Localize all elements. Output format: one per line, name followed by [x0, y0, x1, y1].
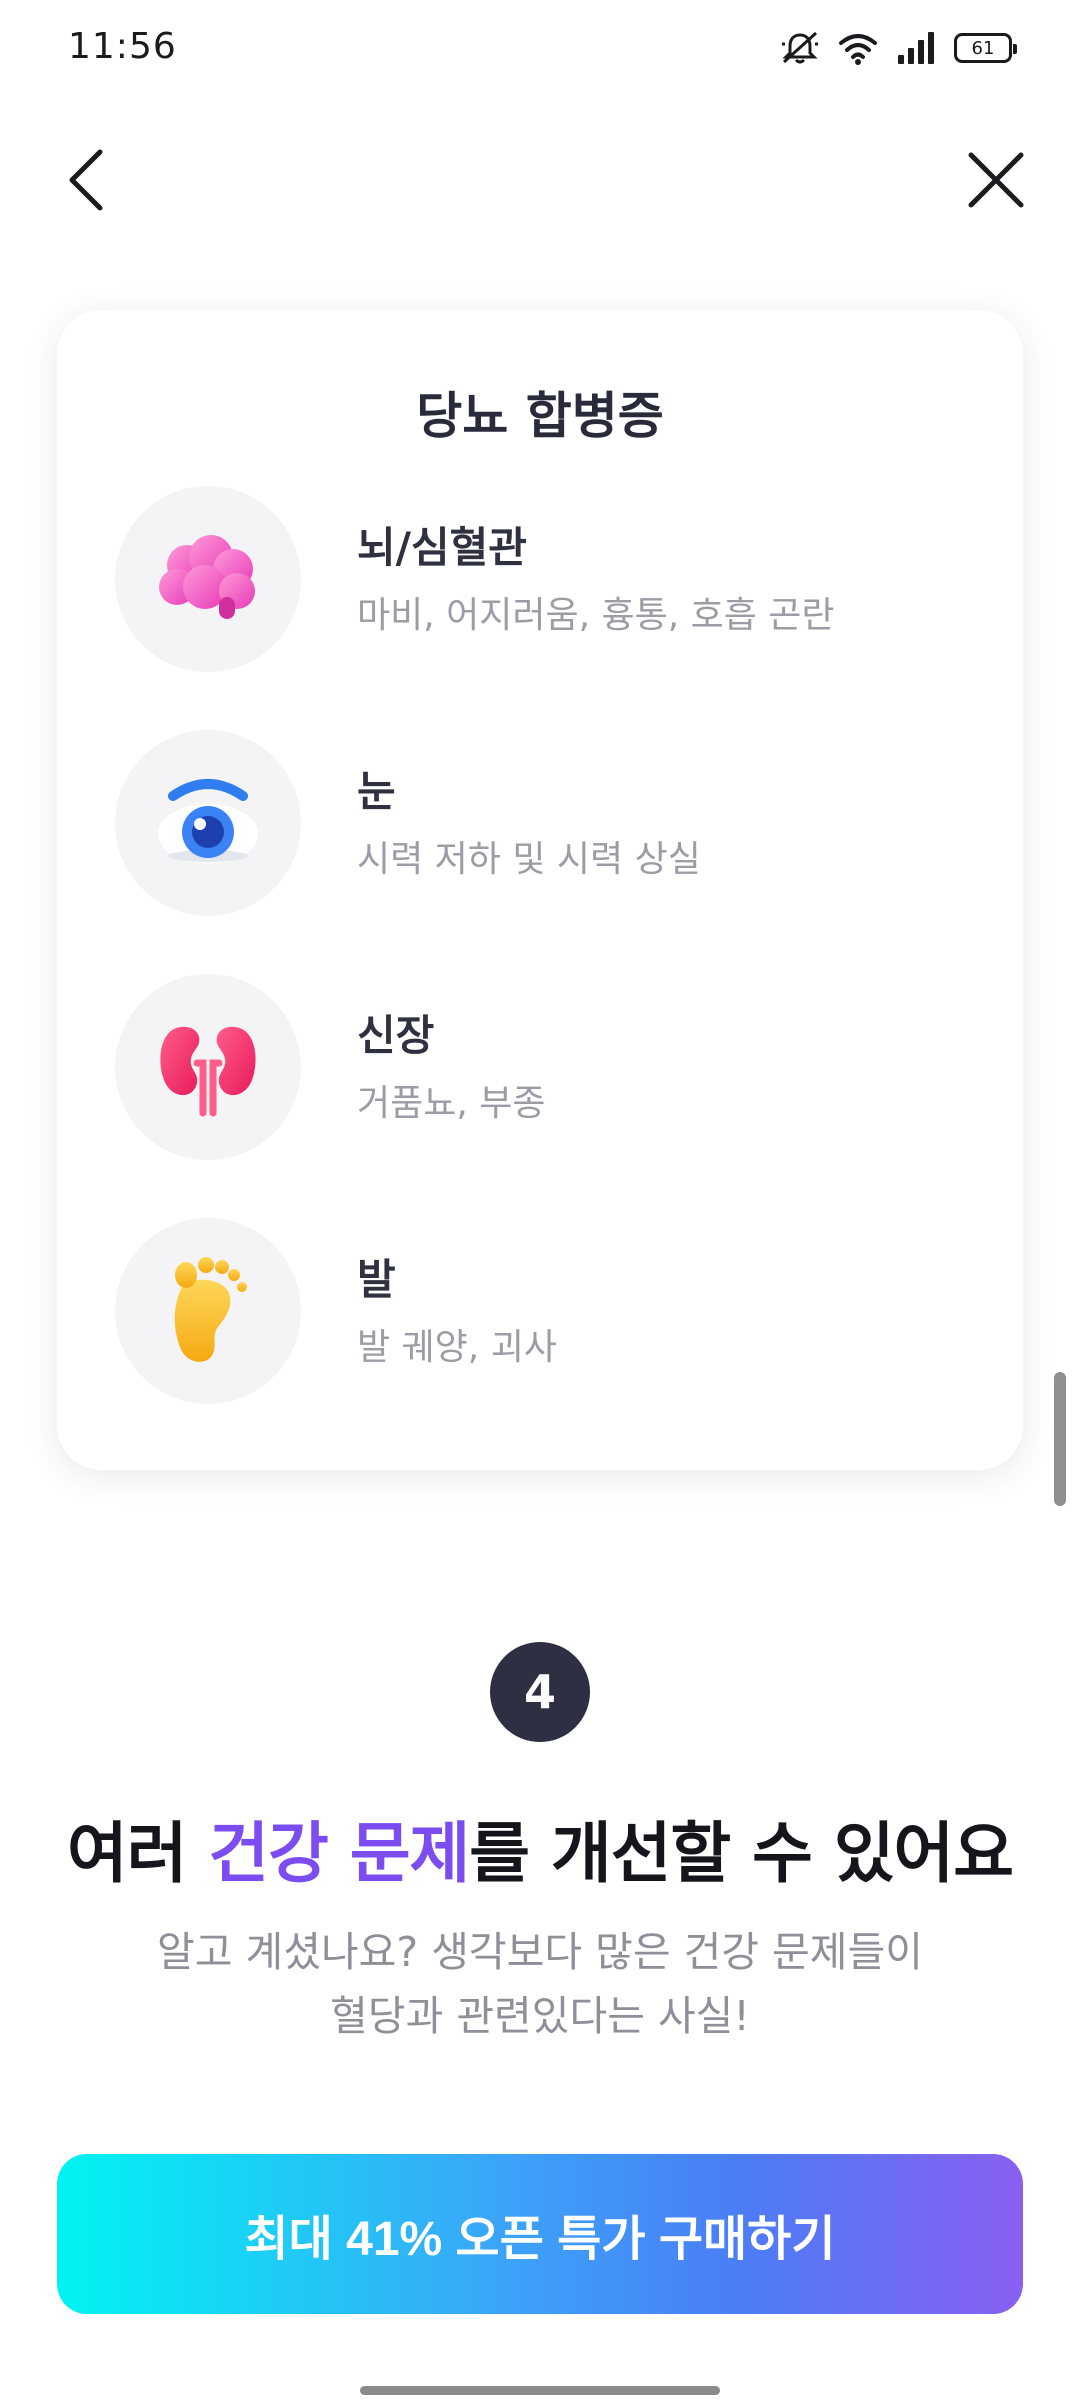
- subtext-line-1: 알고 계셨나요? 생각보다 많은 건강 문제들이: [157, 1928, 923, 1976]
- back-button[interactable]: [54, 140, 118, 220]
- status-bar: 11:56 61: [0, 0, 1080, 96]
- subtext-line-2: 혈당과 관련있다는 사실!: [330, 1992, 750, 2040]
- item-description: 마비, 어지러움, 흉통, 호흡 곤란: [357, 595, 835, 636]
- item-description: 시력 저하 및 시력 상실: [357, 839, 701, 880]
- list-item-foot: 발 발 궤양, 괴사: [115, 1218, 975, 1404]
- close-icon: [968, 152, 1024, 208]
- item-name: 뇌/심혈관: [357, 523, 527, 572]
- headline-prefix: 여러: [67, 1815, 209, 1892]
- purchase-button[interactable]: 최대 41% 오픈 특가 구매하기: [57, 2154, 1023, 2314]
- eye-icon: [115, 730, 301, 916]
- foot-icon: [115, 1218, 301, 1404]
- list-item-kidney: 신장 거품뇨, 부종: [115, 974, 975, 1160]
- card-title: 당뇨 합병증: [416, 387, 664, 445]
- list-item-brain: 뇌/심혈관 마비, 어지러움, 흉통, 호흡 곤란: [115, 486, 975, 672]
- item-name: 발: [357, 1255, 396, 1304]
- status-icons: 61: [780, 28, 1017, 68]
- signal-icon: [896, 31, 936, 65]
- headline-suffix: 를 개선할 수 있어요: [469, 1815, 1014, 1892]
- headline-accent: 건강 문제: [208, 1815, 470, 1892]
- step-number-badge: 4: [490, 1642, 590, 1742]
- item-description: 발 궤양, 괴사: [357, 1327, 557, 1368]
- complications-card: 당뇨 합병증 뇌/심혈관 마비, 어지러움, 흉통, 호흡 곤란 눈 시력 저하…: [57, 310, 1023, 1470]
- list-item-eye: 눈 시력 저하 및 시력 상실: [115, 730, 975, 916]
- section-headline: 여러 건강 문제를 개선할 수 있어요: [0, 1800, 1080, 1896]
- close-button[interactable]: [956, 140, 1036, 220]
- mute-bell-icon: [780, 30, 820, 66]
- status-time: 11:56: [68, 26, 177, 67]
- wifi-icon: [838, 31, 878, 65]
- item-description: 거품뇨, 부종: [357, 1083, 546, 1124]
- kidney-icon: [115, 974, 301, 1160]
- section-subtext: 알고 계셨나요? 생각보다 많은 건강 문제들이 혈당과 관련있다는 사실!: [0, 1920, 1080, 2048]
- chevron-left-icon: [69, 149, 103, 211]
- item-name: 눈: [357, 767, 396, 816]
- home-indicator[interactable]: [360, 2386, 720, 2395]
- scrollbar[interactable]: [1054, 1372, 1066, 1506]
- battery-icon: 61: [954, 33, 1017, 63]
- brain-icon: [115, 486, 301, 672]
- item-name: 신장: [357, 1011, 435, 1060]
